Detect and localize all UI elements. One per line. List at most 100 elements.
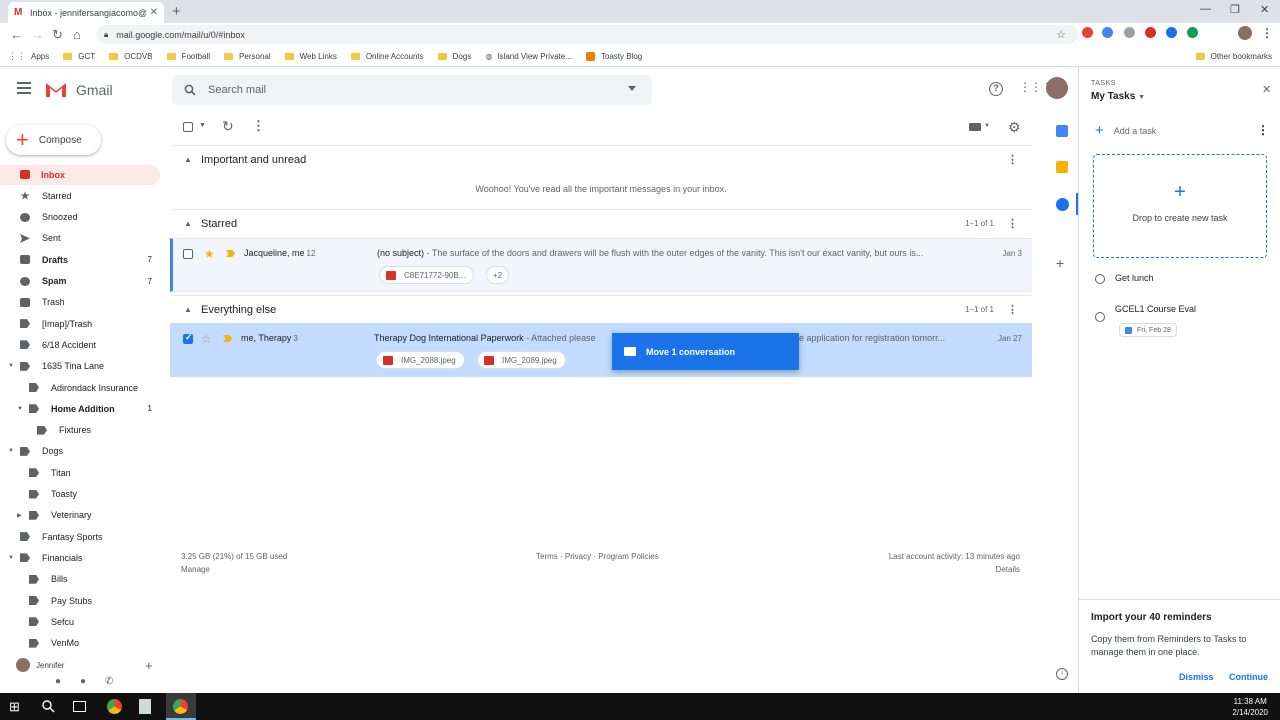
task-item-title[interactable]: Get lunch xyxy=(1115,273,1154,283)
section-options-icon[interactable]: ⋮ xyxy=(1007,153,1018,166)
collapse-arrow-icon[interactable]: ▼ xyxy=(8,363,14,369)
email-row-selected[interactable]: ✓ ☆ me, Therapy 3 Therapy Dog Internation… xyxy=(170,323,1032,377)
drop-to-create-task-zone[interactable]: + Drop to create new task xyxy=(1093,154,1267,258)
sidebar-item-sent[interactable]: Sent xyxy=(0,228,160,248)
minimize-icon[interactable]: — xyxy=(1200,3,1211,15)
account-avatar[interactable] xyxy=(1046,77,1068,99)
close-window-icon[interactable]: ✕ xyxy=(1260,3,1269,16)
sidebar-item-toasty[interactable]: Toasty xyxy=(0,484,160,504)
extension-icon-2[interactable] xyxy=(1102,27,1113,38)
task-item-title[interactable]: GCEL1 Course Eval xyxy=(1115,304,1196,314)
sidebar-item-pay-stubs[interactable]: Pay Stubs xyxy=(0,591,160,611)
sidebar-item-titan[interactable]: Titan xyxy=(0,463,160,483)
sidebar-item-bills[interactable]: Bills xyxy=(0,569,160,589)
collapse-chevron-icon[interactable]: ▲ xyxy=(184,305,192,314)
hangouts-icon[interactable]: ● xyxy=(80,676,86,687)
task-due-date-chip[interactable]: Fri, Feb 28 xyxy=(1119,323,1177,337)
sidebar-item-trash[interactable]: Trash xyxy=(0,292,160,312)
sidebar-item-financials[interactable]: ▼ Financials xyxy=(0,548,160,568)
collapse-arrow-icon[interactable]: ▼ xyxy=(17,406,23,412)
gmail-logo[interactable]: Gmail xyxy=(44,81,113,99)
bookmark-web-links[interactable]: Web Links xyxy=(284,52,337,61)
sidebar-item-inbox[interactable]: Inbox xyxy=(0,164,160,185)
sidebar-item-6-18-accident[interactable]: 6/18 Accident xyxy=(0,335,160,355)
sidebar-item-venmo[interactable]: VenMo xyxy=(0,633,160,653)
task-view-icon[interactable] xyxy=(73,701,86,712)
task-list-selector[interactable]: My Tasks ▼ xyxy=(1091,91,1145,102)
collapse-arrow-icon[interactable]: ▼ xyxy=(8,555,14,561)
get-addons-icon[interactable]: + xyxy=(1056,255,1064,271)
task-complete-checkbox[interactable] xyxy=(1095,312,1105,322)
more-attachments-chip[interactable]: +2 xyxy=(486,266,510,284)
back-icon[interactable]: ← xyxy=(10,27,23,42)
attachment-chip[interactable]: IMG_2088.jpeg xyxy=(376,351,465,369)
sidebar-item-starred[interactable]: Starred xyxy=(0,186,160,206)
bookmark-online-accounts[interactable]: Online Accounts xyxy=(350,52,424,61)
input-tools-icon[interactable] xyxy=(969,123,981,131)
attachment-chip[interactable]: IMG_2089.jpeg xyxy=(477,351,566,369)
close-tasks-icon[interactable]: ✕ xyxy=(1262,83,1271,96)
search-icon[interactable] xyxy=(184,84,196,96)
hangouts-user[interactable]: Jennifer xyxy=(16,658,64,672)
sidebar-item-drafts[interactable]: Drafts 7 xyxy=(0,250,160,270)
section-everything-else[interactable]: ▲ Everything else 1–1 of 1 ⋮ xyxy=(170,295,1032,323)
restore-icon[interactable]: ❐ xyxy=(1230,3,1240,16)
home-icon[interactable]: ⌂ xyxy=(73,27,81,42)
bookmark-toasty-blog[interactable]: Toasty Blog xyxy=(585,51,642,61)
extension-icon-4[interactable] xyxy=(1145,27,1156,38)
attachment-chip[interactable]: C8E71772-90B... xyxy=(379,266,475,284)
bookmark-football[interactable]: Football xyxy=(166,52,210,61)
sidebar-item-home-addition[interactable]: ▼ Home Addition 1 xyxy=(0,399,160,419)
sidebar-item-adirondack-insurance[interactable]: Adirondack Insurance xyxy=(0,378,160,398)
expand-arrow-icon[interactable]: ▶ xyxy=(17,512,22,519)
row-checkbox-checked[interactable]: ✓ xyxy=(183,332,193,344)
reload-icon[interactable]: ↻ xyxy=(52,27,63,43)
search-input[interactable]: Search mail xyxy=(208,84,266,96)
windows-start-icon[interactable]: ⊞ xyxy=(9,699,24,714)
email-row-starred[interactable]: ★ Jacqueline, me 12 (no subject) - The su… xyxy=(170,238,1032,292)
sidebar-item-spam[interactable]: Spam 7 xyxy=(0,271,160,291)
bookmark-gct[interactable]: GCT xyxy=(63,52,95,61)
sidebar-item-veterinary[interactable]: ▶ Veterinary xyxy=(0,505,160,525)
star-icon[interactable]: ★ xyxy=(204,247,215,261)
extension-icon-1[interactable] xyxy=(1082,27,1093,38)
bookmark-personal[interactable]: Personal xyxy=(224,52,271,61)
browser-tab-inbox[interactable]: M Inbox - jennifersangiacomo@gm ✕ xyxy=(8,2,164,23)
new-tab-icon[interactable]: + xyxy=(172,3,181,20)
extension-icon-5[interactable] xyxy=(1166,27,1177,38)
info-icon[interactable]: i xyxy=(1056,668,1068,680)
important-marker-icon[interactable] xyxy=(226,250,235,257)
section-important-unread[interactable]: ▲ Important and unread ⋮ xyxy=(170,145,1032,173)
collapse-chevron-icon[interactable]: ▲ xyxy=(184,155,192,164)
keep-icon[interactable] xyxy=(1056,161,1068,173)
collapse-chevron-icon[interactable]: ▲ xyxy=(184,219,192,228)
refresh-icon[interactable]: ↻ xyxy=(222,118,234,135)
more-actions-icon[interactable]: ⋮ xyxy=(252,118,265,134)
select-menu-icon[interactable]: ▼ xyxy=(199,122,206,129)
main-menu-icon[interactable] xyxy=(17,82,31,97)
collapse-arrow-icon[interactable]: ▼ xyxy=(8,448,14,454)
app-icon[interactable] xyxy=(139,699,151,714)
continue-button[interactable]: Continue xyxy=(1229,672,1268,682)
chrome-active-icon[interactable] xyxy=(173,699,188,714)
calendar-icon[interactable] xyxy=(1056,125,1068,137)
section-options-icon[interactable]: ⋮ xyxy=(1007,217,1018,230)
search-options-icon[interactable] xyxy=(628,86,636,91)
activity-details-link[interactable]: Details xyxy=(996,565,1020,574)
search-bar[interactable]: Search mail xyxy=(172,75,652,105)
row-checkbox[interactable] xyxy=(183,249,193,259)
sidebar-item-imap-trash[interactable]: [Imap]/Trash xyxy=(0,314,160,334)
bookmark-star-icon[interactable]: ☆ xyxy=(1056,28,1066,41)
forward-icon[interactable]: → xyxy=(31,27,44,42)
bookmark-other[interactable]: Other bookmarks xyxy=(1195,52,1272,61)
bookmark-dogs[interactable]: Dogs xyxy=(437,52,471,61)
extension-icon-3[interactable] xyxy=(1124,27,1135,38)
omnibox[interactable]: 🔒︎ mail.google.com/mail/u/0/#inbox ☆ xyxy=(96,25,1078,44)
important-marker-icon[interactable] xyxy=(223,335,232,342)
system-clock[interactable]: 11:38 AM 2/14/2020 xyxy=(1232,696,1268,718)
close-tab-icon[interactable]: ✕ xyxy=(150,7,158,18)
sidebar-item-1635-tina-lane[interactable]: ▼ 1635 Tina Lane xyxy=(0,356,160,376)
phone-icon[interactable]: ✆ xyxy=(105,676,113,687)
person-icon[interactable]: ● xyxy=(55,676,61,687)
star-outline-icon[interactable]: ☆ xyxy=(201,332,212,346)
